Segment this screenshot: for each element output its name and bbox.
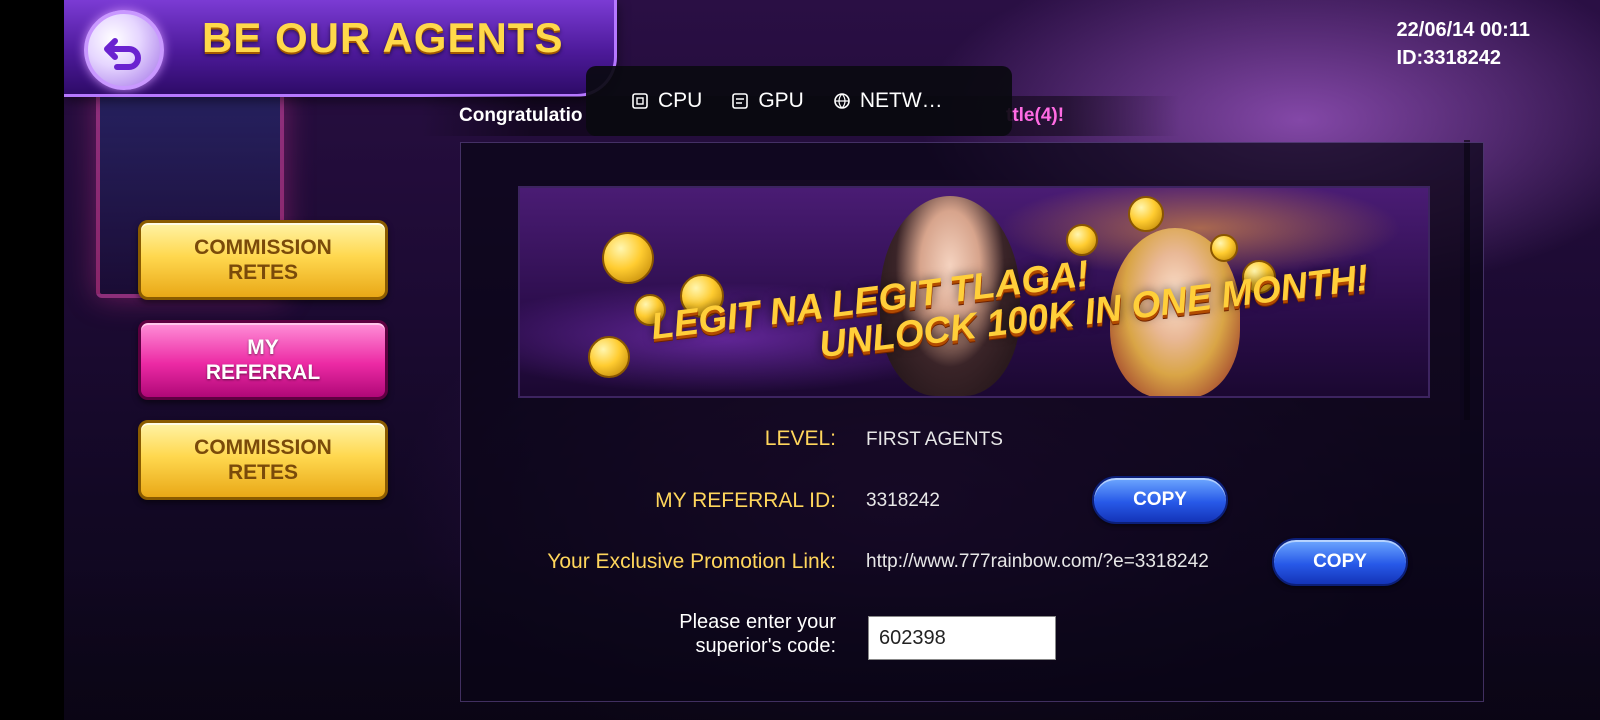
referral-id-label: MY REFERRAL ID: [655,489,836,512]
promotion-link-value: http://www.777rainbow.com/?e=3318242 [866,551,1209,572]
coin-icon [1210,234,1238,262]
tab-my-referral[interactable]: MY REFERRAL [138,320,388,400]
perf-label-gpu: GPU [758,89,804,112]
tab-label-line1: COMMISSION [194,236,332,259]
copy-referral-id-button[interactable]: COPY [1092,476,1228,524]
superior-code-input[interactable]: 602398 [868,616,1056,660]
header-bar: BE OUR AGENTS [64,0,617,97]
marquee-text-left: Congratulatio [459,105,583,126]
network-icon [834,93,850,109]
perf-label-cpu: CPU [658,89,703,112]
perf-item-cpu[interactable]: CPU [630,89,702,113]
tab-commission-rates-2[interactable]: COMMISSION RETES [138,420,388,500]
tab-label-line2: REFERRAL [205,361,321,384]
page-title: BE OUR AGENTS [202,14,564,61]
back-button[interactable] [84,10,164,90]
coin-icon [1128,196,1164,232]
promo-banner: LEGIT NA LEGIT TLAGA! UNLOCK 100K IN ONE… [518,186,1430,398]
tab-commission-rates[interactable]: COMMISSION RETES [138,220,388,300]
tab-label: MY REFERRAL [206,335,320,385]
gpu-icon [732,93,749,109]
user-id-text: ID:3318242 [1396,47,1502,69]
promotion-link-label: Your Exclusive Promotion Link: [547,550,836,573]
coin-icon [1066,224,1098,256]
status-info: 22/06/14 00:11 ID:3318242 [1397,16,1530,72]
tab-label-line2: RETES [227,261,298,284]
perf-item-gpu[interactable]: GPU [730,89,804,113]
performance-overlay: CPU GPU NETW… [586,66,1012,136]
coin-icon [602,232,654,284]
referral-id-value: 3318242 [866,490,940,511]
superior-code-label: Please enter your superior's code: [679,610,836,658]
perf-label-network: NETW… [859,89,943,112]
tab-label-line1: COMMISSION [194,436,332,459]
back-arrow-icon [104,38,141,70]
level-label: LEVEL: [764,427,836,450]
superior-code-label-line2: superior's code: [695,635,836,657]
datetime-text: 22/06/14 00:11 [1396,19,1530,41]
left-letterbox [0,0,64,720]
coin-icon [588,336,630,378]
tab-label: COMMISSION RETES [194,435,332,485]
tab-label-line1: MY [247,336,279,359]
perf-item-network[interactable]: NETW… [832,89,943,113]
superior-code-label-line1: Please enter your [679,611,836,633]
cpu-icon [632,93,648,109]
copy-promotion-link-button[interactable]: COPY [1272,538,1408,586]
tab-label: COMMISSION RETES [194,235,332,285]
game-screen: BE OUR AGENTS 22/06/14 00:11 ID:3318242 … [0,0,1600,720]
marquee-text-right: ttle(4)! [1006,105,1065,126]
tab-label-line2: RETES [227,461,298,484]
level-value: FIRST AGENTS [866,429,1003,450]
